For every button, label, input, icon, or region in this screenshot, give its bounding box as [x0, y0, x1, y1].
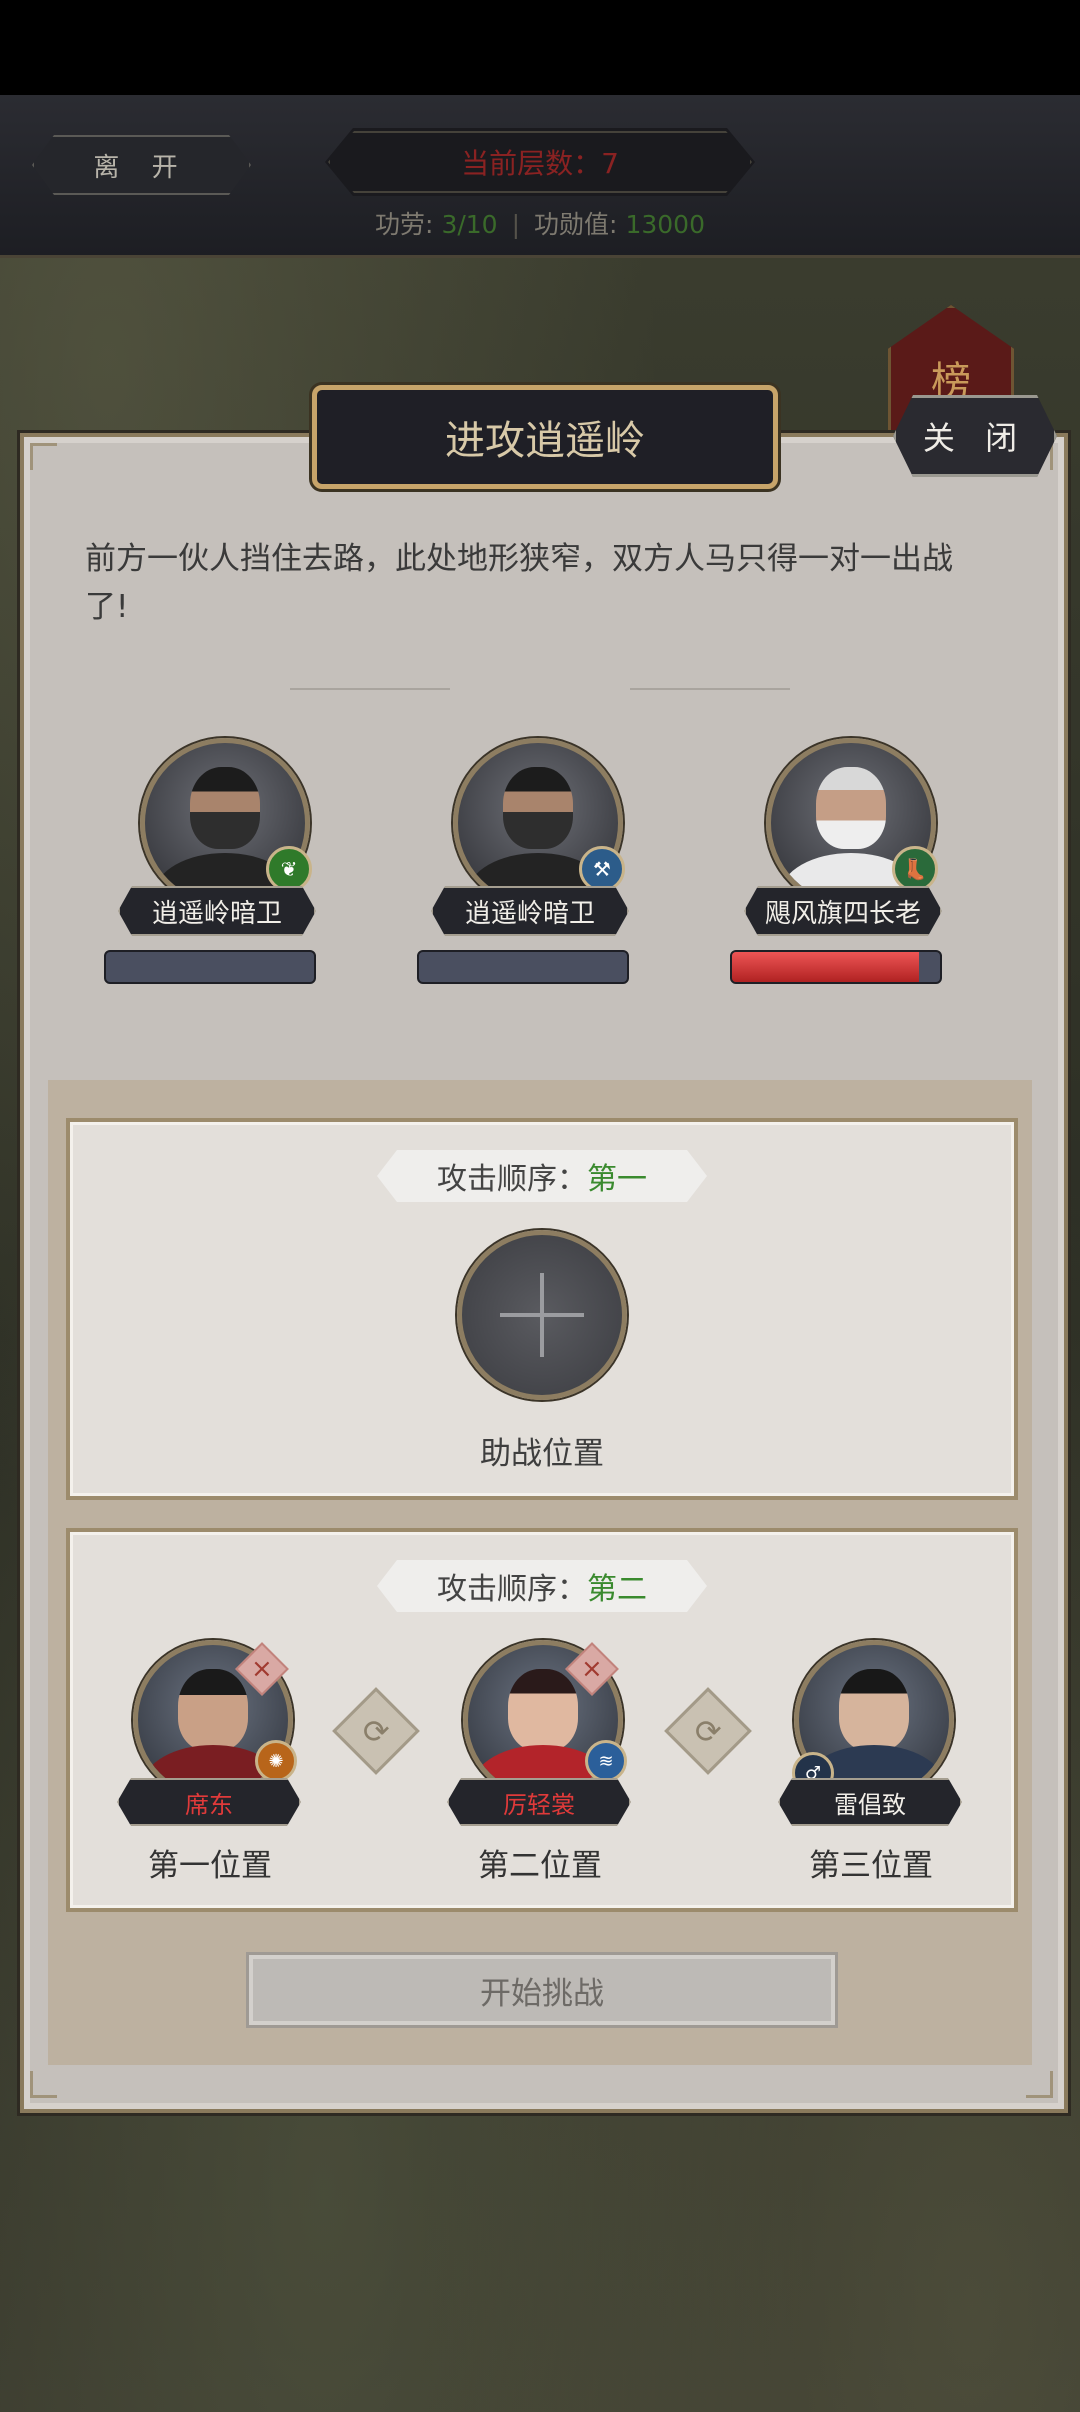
merit-label: 功劳:	[375, 210, 434, 239]
hero-name: 席东	[117, 1778, 301, 1826]
enemy-card[interactable]: ⚒ 逍遥岭暗卫	[413, 738, 643, 988]
merit-separator: |	[511, 210, 521, 239]
boot-icon: 👢	[892, 846, 938, 892]
portrait-figure	[190, 767, 260, 849]
portrait-figure	[508, 1669, 578, 1751]
close-icon: ×	[251, 1653, 273, 1684]
enemy-name: 飓风旗四长老	[744, 886, 942, 936]
current-floor-label: 当前层数：7	[325, 128, 755, 196]
swap-icon: ⟳	[362, 1712, 390, 1750]
fire-icon: ✺	[255, 1740, 297, 1782]
close-icon: ×	[581, 1653, 603, 1684]
attack-order-value: 第二	[587, 1572, 647, 1607]
close-button[interactable]: 关 闭	[893, 395, 1057, 477]
enemy-hp-bar	[417, 950, 629, 984]
hero-slot-1[interactable]: × ✺ 席东 第一位置	[105, 1640, 315, 1884]
assist-slot-button[interactable]	[457, 1230, 627, 1400]
attack-order-value: 第一	[587, 1162, 647, 1197]
start-challenge-button[interactable]: 开始挑战	[246, 1952, 838, 2028]
enemy-name: 逍遥岭暗卫	[118, 886, 316, 936]
hero-slot-2[interactable]: × ≋ 厉轻裳 第二位置	[435, 1640, 645, 1884]
enemy-hp-fill	[732, 952, 920, 982]
assist-slot-caption: 助战位置	[480, 1436, 604, 1472]
enemy-name: 逍遥岭暗卫	[431, 886, 629, 936]
hero-position-label: 第二位置	[478, 1848, 602, 1884]
order-panel-first: 攻击顺序： 第一 助战位置	[66, 1118, 1018, 1500]
dialog-description: 前方一伙人挡住去路，此处地形狭窄，双方人马只得一对一出战了!	[85, 541, 953, 625]
hero-position-label: 第三位置	[809, 1848, 933, 1884]
merit-line: 功劳: 3/10 | 功勋值: 13000	[0, 205, 1080, 241]
attack-order-tag: 攻击顺序： 第一	[377, 1150, 707, 1202]
leave-button[interactable]: 离 开	[32, 135, 251, 195]
divider-left	[290, 688, 450, 690]
merit-points-label: 功勋值:	[534, 210, 618, 239]
attack-order-tag: 攻击顺序： 第二	[377, 1560, 707, 1612]
enemy-card[interactable]: ❦ 逍遥岭暗卫	[100, 738, 330, 988]
portrait-figure	[839, 1669, 909, 1751]
enemy-hp-bar	[730, 950, 942, 984]
portrait-figure	[178, 1669, 248, 1751]
hero-slot-3[interactable]: ♂ 雷倡致 第三位置	[766, 1640, 976, 1884]
swap-icon: ⟳	[694, 1712, 722, 1750]
leaf-icon: ❦	[266, 846, 312, 892]
enemy-hp-bar	[104, 950, 316, 984]
plus-icon-vertical	[540, 1273, 544, 1357]
enemy-card[interactable]: 👢 飓风旗四长老	[726, 738, 956, 988]
corner-ornament	[30, 2071, 57, 2098]
attack-order-prefix: 攻击顺序：	[437, 1162, 587, 1197]
hero-position-label: 第一位置	[148, 1848, 272, 1884]
wave-icon: ≋	[585, 1740, 627, 1782]
corner-ornament	[30, 443, 57, 470]
hammer-icon: ⚒	[579, 846, 625, 892]
dialog-title: 进攻逍遥岭	[312, 385, 778, 489]
divider-right	[630, 688, 790, 690]
hero-name: 厉轻裳	[447, 1778, 631, 1826]
portrait-figure	[816, 767, 886, 849]
merit-points-value: 13000	[625, 210, 705, 239]
corner-ornament	[1026, 2071, 1053, 2098]
portrait-figure	[503, 767, 573, 849]
attack-order-prefix: 攻击顺序：	[437, 1572, 587, 1607]
merit-value: 3/10	[441, 210, 498, 239]
status-bar	[0, 0, 1080, 95]
hero-name: 雷倡致	[778, 1778, 962, 1826]
